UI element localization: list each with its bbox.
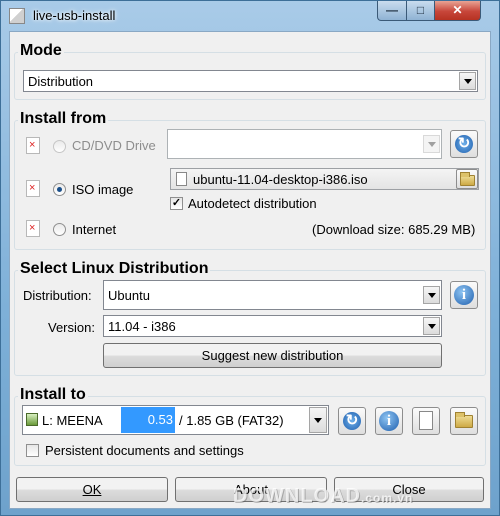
autodetect-label: Autodetect distribution bbox=[188, 196, 317, 211]
chevron-down-icon[interactable] bbox=[309, 407, 327, 433]
info-icon: i bbox=[379, 411, 399, 431]
title-bar[interactable]: live-usb-install — □ ✕ bbox=[1, 1, 499, 31]
version-label: Version: bbox=[48, 320, 95, 335]
iso-file-field[interactable]: ubuntu-11.04-desktop-i386.iso bbox=[170, 168, 479, 190]
cd-dvd-radio[interactable] bbox=[53, 140, 66, 153]
ok-button[interactable]: OK bbox=[16, 477, 168, 502]
version-select[interactable]: 11.04 - i386 bbox=[103, 315, 442, 337]
refresh-icon: ↻ bbox=[343, 412, 361, 430]
distribution-select[interactable]: Ubuntu bbox=[103, 280, 442, 310]
target-drive-name: L: MEENA bbox=[42, 413, 103, 428]
app-icon bbox=[9, 8, 25, 24]
chevron-down-icon[interactable] bbox=[423, 317, 440, 335]
folder-icon bbox=[455, 412, 473, 428]
minimize-button[interactable]: — bbox=[377, 1, 407, 21]
folder-icon bbox=[460, 172, 475, 186]
mode-heading: Mode bbox=[18, 42, 64, 60]
mode-selected-value: Distribution bbox=[28, 74, 94, 89]
version-value: 11.04 - i386 bbox=[108, 319, 176, 334]
close-window-button[interactable]: ✕ bbox=[434, 1, 481, 21]
target-drive-select[interactable]: L: MEENA 0.53 / 1.85 GB (FAT32) bbox=[22, 405, 329, 435]
open-folder-button[interactable] bbox=[450, 407, 478, 435]
cd-drive-icon bbox=[26, 137, 40, 154]
dialog-client-area: Mode Distribution Install from CD/DVD Dr… bbox=[9, 31, 491, 509]
cd-dvd-label: CD/DVD Drive bbox=[72, 138, 156, 153]
persistent-checkbox[interactable] bbox=[26, 444, 39, 457]
info-icon: i bbox=[454, 285, 474, 305]
iso-image-icon bbox=[26, 180, 40, 197]
cd-drive-select[interactable] bbox=[167, 129, 442, 159]
distribution-value: Ubuntu bbox=[108, 288, 150, 303]
distribution-label: Distribution: bbox=[23, 288, 92, 303]
mode-select[interactable]: Distribution bbox=[23, 70, 478, 92]
autodetect-checkbox[interactable]: ✓ bbox=[170, 197, 183, 210]
maximize-icon: □ bbox=[416, 3, 425, 17]
internet-label: Internet bbox=[72, 222, 117, 237]
persistent-label: Persistent documents and settings bbox=[45, 443, 244, 458]
new-document-button[interactable] bbox=[412, 407, 440, 435]
install-from-heading: Install from bbox=[18, 110, 109, 128]
minimize-icon: — bbox=[386, 3, 398, 17]
download-size-text: (Download size: 685.29 MB) bbox=[312, 222, 476, 237]
drive-free-fraction: 0.53 bbox=[121, 407, 175, 433]
select-distribution-heading: Select Linux Distribution bbox=[18, 260, 211, 278]
refresh-drives-button[interactable]: ↻ bbox=[450, 130, 478, 158]
window-title: live-usb-install bbox=[33, 8, 116, 23]
distribution-info-button[interactable]: i bbox=[450, 281, 478, 309]
chevron-down-icon[interactable] bbox=[423, 135, 440, 153]
iso-image-label: ISO image bbox=[72, 182, 134, 197]
file-icon bbox=[176, 172, 187, 186]
usb-drive-icon bbox=[26, 413, 38, 426]
watermark-logo: DOWNLOAD.com.vn bbox=[233, 485, 414, 507]
internet-radio[interactable] bbox=[53, 223, 66, 236]
target-info-button[interactable]: i bbox=[375, 407, 403, 435]
document-icon bbox=[419, 411, 433, 430]
refresh-targets-button[interactable]: ↻ bbox=[338, 407, 366, 435]
iso-image-radio[interactable] bbox=[53, 183, 66, 196]
close-icon: ✕ bbox=[452, 3, 463, 17]
internet-icon bbox=[26, 220, 40, 237]
chevron-down-icon[interactable] bbox=[459, 72, 476, 90]
chevron-down-icon[interactable] bbox=[423, 286, 440, 304]
maximize-button[interactable]: □ bbox=[406, 1, 435, 21]
application-window: live-usb-install — □ ✕ Mode Distribution… bbox=[0, 0, 500, 516]
suggest-distribution-button[interactable]: Suggest new distribution bbox=[103, 343, 442, 368]
drive-capacity: / 1.85 GB (FAT32) bbox=[179, 413, 284, 428]
install-to-heading: Install to bbox=[18, 386, 88, 404]
browse-iso-button[interactable] bbox=[456, 169, 478, 189]
refresh-icon: ↻ bbox=[455, 135, 473, 153]
iso-file-name: ubuntu-11.04-desktop-i386.iso bbox=[193, 172, 368, 187]
ok-label: OK bbox=[82, 482, 102, 497]
